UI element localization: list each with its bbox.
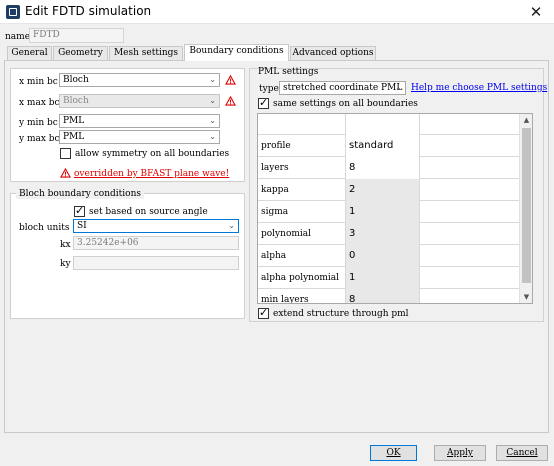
scroll-up-icon[interactable]: ▲ [520,114,532,126]
ky-label: ky [60,259,71,269]
pml-type-select[interactable]: stretched coordinate PML ⌄ [279,81,406,95]
set-based-label: set based on source angle [89,207,208,217]
y-max-bc-select[interactable]: PML ⌄ [59,130,220,144]
x-max-bc-select[interactable]: Bloch ⌄ [59,94,220,108]
close-icon[interactable]: ✕ [521,1,551,23]
table-scrollbar[interactable]: ▲ ▼ [519,114,532,303]
tab-geometry[interactable]: Geometry [53,46,108,60]
name-input[interactable]: FDTD [29,28,124,43]
warning-icon [60,168,71,178]
chevron-down-icon: ⌄ [209,75,216,84]
allow-symmetry-checkbox[interactable] [60,148,71,159]
table-row[interactable]: alpha polynomial 1 [258,267,520,289]
chevron-down-icon: ⌄ [228,221,235,230]
ok-button[interactable]: OK [370,445,417,461]
bloch-group-title: Bloch boundary conditions [16,189,144,199]
table-row[interactable]: polynomial 3 [258,223,520,245]
extend-structure-label: extend structure through pml [273,309,409,319]
x-max-bc-label: x max bc [19,98,60,108]
window-title: Edit FDTD simulation [25,4,152,18]
tab-general[interactable]: General [7,46,52,60]
set-based-checkbox[interactable]: ✓ [74,204,85,217]
table-row[interactable]: min layers 8 [258,289,520,303]
same-settings-checkbox[interactable]: ✓ [258,96,269,109]
tab-boundary-conditions[interactable]: Boundary conditions [184,44,289,61]
ky-field[interactable] [73,256,239,270]
table-row[interactable]: layers 8 [258,157,520,179]
table-row[interactable]: kappa 2 [258,179,520,201]
kx-label: kx [60,240,71,250]
table-row[interactable]: sigma 1 [258,201,520,223]
chevron-down-icon: ⌄ [395,83,402,92]
scroll-down-icon[interactable]: ▼ [520,291,532,303]
tab-mesh-settings[interactable]: Mesh settings [109,46,183,60]
pml-group-title: PML settings [258,67,319,77]
override-warning-link[interactable]: overridden by BFAST plane wave! [74,169,229,179]
table-row[interactable]: alpha 0 [258,245,520,267]
same-settings-label: same settings on all boundaries [273,99,418,109]
bloch-units-select[interactable]: SI ⌄ [73,219,239,233]
apply-button[interactable]: Apply [434,445,486,461]
chevron-down-icon: ⌄ [209,132,216,141]
table-row[interactable]: profile standard [258,135,520,157]
warning-icon [225,96,236,106]
y-min-bc-label: y min bc [19,118,58,128]
chevron-down-icon: ⌄ [209,96,216,105]
allow-symmetry-label: allow symmetry on all boundaries [75,149,230,159]
pml-type-label: type [259,84,279,94]
y-min-bc-select[interactable]: PML ⌄ [59,114,220,128]
chevron-down-icon: ⌄ [209,116,216,125]
bloch-units-label: bloch units [19,223,70,233]
name-label: name [5,32,31,42]
app-icon [6,5,20,19]
cancel-button[interactable]: Cancel [496,445,548,461]
extend-structure-checkbox[interactable]: ✓ [258,306,269,319]
pml-table[interactable]: profile standard layers 8 kappa 2 sigma … [257,113,533,304]
scrollbar-thumb[interactable] [522,128,531,283]
x-min-bc-select[interactable]: Bloch ⌄ [59,73,220,87]
y-max-bc-label: y max bc [19,134,60,144]
warning-icon [225,75,236,85]
x-min-bc-label: x min bc [19,77,58,87]
kx-field[interactable]: 3.25242e+06 [73,236,239,250]
table-header-row [258,114,520,135]
pml-help-link[interactable]: Help me choose PML settings [411,83,547,93]
tab-advanced-options[interactable]: Advanced options [290,46,376,60]
